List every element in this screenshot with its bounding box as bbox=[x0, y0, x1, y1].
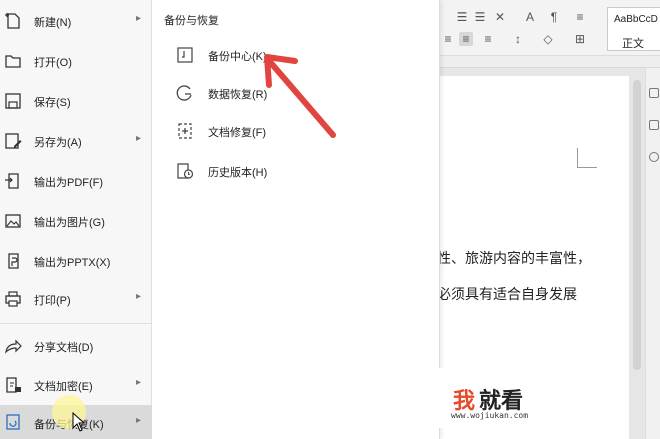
menu-item-label: 分享文档(D) bbox=[34, 342, 94, 354]
align-left-icon[interactable]: ≡ bbox=[441, 32, 455, 46]
indent-increase-icon[interactable]: ☰ bbox=[473, 10, 487, 24]
data-recovery-icon bbox=[176, 85, 192, 101]
menu-item-new[interactable]: 新建(N) ▸ bbox=[0, 2, 152, 40]
menu-item-share[interactable]: 分享文档(D) bbox=[0, 327, 152, 365]
export-image-icon bbox=[5, 214, 21, 228]
menu-item-print[interactable]: 打印(P) ▸ bbox=[0, 280, 152, 318]
menu-item-label: 文档加密(E) bbox=[34, 381, 93, 393]
chinese-layout-icon[interactable]: ✕ bbox=[493, 10, 507, 24]
save-icon bbox=[5, 93, 21, 109]
menu-item-label: 输出为PDF(F) bbox=[34, 177, 104, 189]
doc-repair-icon bbox=[178, 123, 192, 139]
save-as-icon bbox=[5, 133, 22, 149]
show-marks-icon[interactable]: ¶ bbox=[547, 10, 561, 24]
backup-center-icon bbox=[177, 47, 193, 63]
new-file-icon bbox=[5, 13, 20, 29]
menu-item-export-pptx[interactable]: 输出为PPTX(X) bbox=[0, 242, 152, 280]
ribbon-toolbar: ☰ ☰ ✕ A ¶ ≡ ≡ ≡ ≡ ↕ ◇ ⊞ AaBbCcD 正文 bbox=[437, 0, 660, 56]
watermark-banner: 我 就看 www.wojiukan.com bbox=[365, 368, 625, 428]
distributed-align-icon[interactable]: ≡ bbox=[481, 32, 495, 46]
line-style-icon[interactable]: ≡ bbox=[573, 10, 587, 24]
menu-item-save-as[interactable]: 另存为(A) ▸ bbox=[0, 122, 152, 160]
submenu-item-history-version[interactable]: 历史版本(H) bbox=[152, 154, 440, 188]
mouse-cursor-icon bbox=[72, 412, 86, 432]
side-tool-icon[interactable] bbox=[649, 152, 659, 162]
sort-icon[interactable]: A bbox=[523, 10, 537, 24]
menu-item-label: 打印(P) bbox=[34, 295, 71, 307]
file-menu: 新建(N) ▸ 打开(O) 保存(S) 另存为(A) ▸ 输出为PDF(F) 输… bbox=[0, 0, 152, 439]
backup-icon bbox=[6, 414, 20, 430]
menu-item-export-pdf[interactable]: 输出为PDF(F) bbox=[0, 162, 152, 200]
folder-open-icon bbox=[5, 55, 21, 68]
menu-item-label: 另存为(A) bbox=[34, 137, 82, 149]
margin-corner-mark bbox=[577, 148, 597, 168]
red-pointer-arrow-icon bbox=[264, 54, 336, 138]
horizontal-ruler bbox=[437, 56, 660, 68]
right-tool-strip bbox=[645, 68, 660, 439]
menu-item-label: 输出为图片(G) bbox=[34, 217, 105, 229]
submenu-arrow-icon: ▸ bbox=[136, 13, 142, 24]
watermark-url: www.wojiukan.com bbox=[451, 411, 529, 420]
export-pdf-icon bbox=[5, 173, 19, 189]
doc-text-line[interactable]: 性、旅游内容的丰富性， bbox=[437, 248, 591, 268]
history-version-icon bbox=[177, 163, 194, 179]
style-normal-preview[interactable]: AaBbCcD 正文 bbox=[607, 7, 660, 51]
encrypt-icon bbox=[6, 377, 21, 393]
indent-decrease-icon[interactable]: ☰ bbox=[455, 10, 469, 24]
share-icon bbox=[5, 339, 22, 354]
submenu-arrow-icon: ▸ bbox=[136, 377, 142, 388]
export-pptx-icon bbox=[8, 253, 19, 269]
menu-item-save[interactable]: 保存(S) bbox=[0, 82, 152, 120]
vertical-scrollbar[interactable] bbox=[633, 80, 641, 370]
menu-item-label: 输出为PPTX(X) bbox=[34, 257, 111, 269]
menu-divider bbox=[0, 323, 152, 324]
submenu-arrow-icon: ▸ bbox=[136, 415, 142, 426]
submenu-title: 备份与恢复 bbox=[164, 15, 219, 27]
borders-icon[interactable]: ⊞ bbox=[573, 32, 587, 46]
menu-item-open[interactable]: 打开(O) bbox=[0, 42, 152, 80]
submenu-arrow-icon: ▸ bbox=[136, 133, 142, 144]
justify-icon[interactable]: ≡ bbox=[459, 32, 473, 46]
menu-item-label: 新建(N) bbox=[34, 17, 72, 29]
style-name: 正文 bbox=[622, 38, 644, 50]
shading-icon[interactable]: ◇ bbox=[541, 32, 555, 46]
submenu-arrow-icon: ▸ bbox=[136, 291, 142, 302]
submenu-item-label: 历史版本(H) bbox=[208, 167, 268, 179]
menu-item-label: 保存(S) bbox=[34, 97, 71, 109]
menu-item-export-image[interactable]: 输出为图片(G) bbox=[0, 202, 152, 240]
style-preview-text: AaBbCcD bbox=[614, 14, 658, 25]
menu-item-label: 打开(O) bbox=[34, 57, 72, 69]
line-spacing-icon[interactable]: ↕ bbox=[511, 32, 525, 46]
doc-text-line[interactable]: 必须具有适合自身发展 bbox=[437, 284, 577, 304]
print-icon bbox=[5, 291, 21, 307]
side-tool-icon[interactable] bbox=[649, 120, 659, 130]
side-tool-icon[interactable] bbox=[649, 88, 659, 98]
